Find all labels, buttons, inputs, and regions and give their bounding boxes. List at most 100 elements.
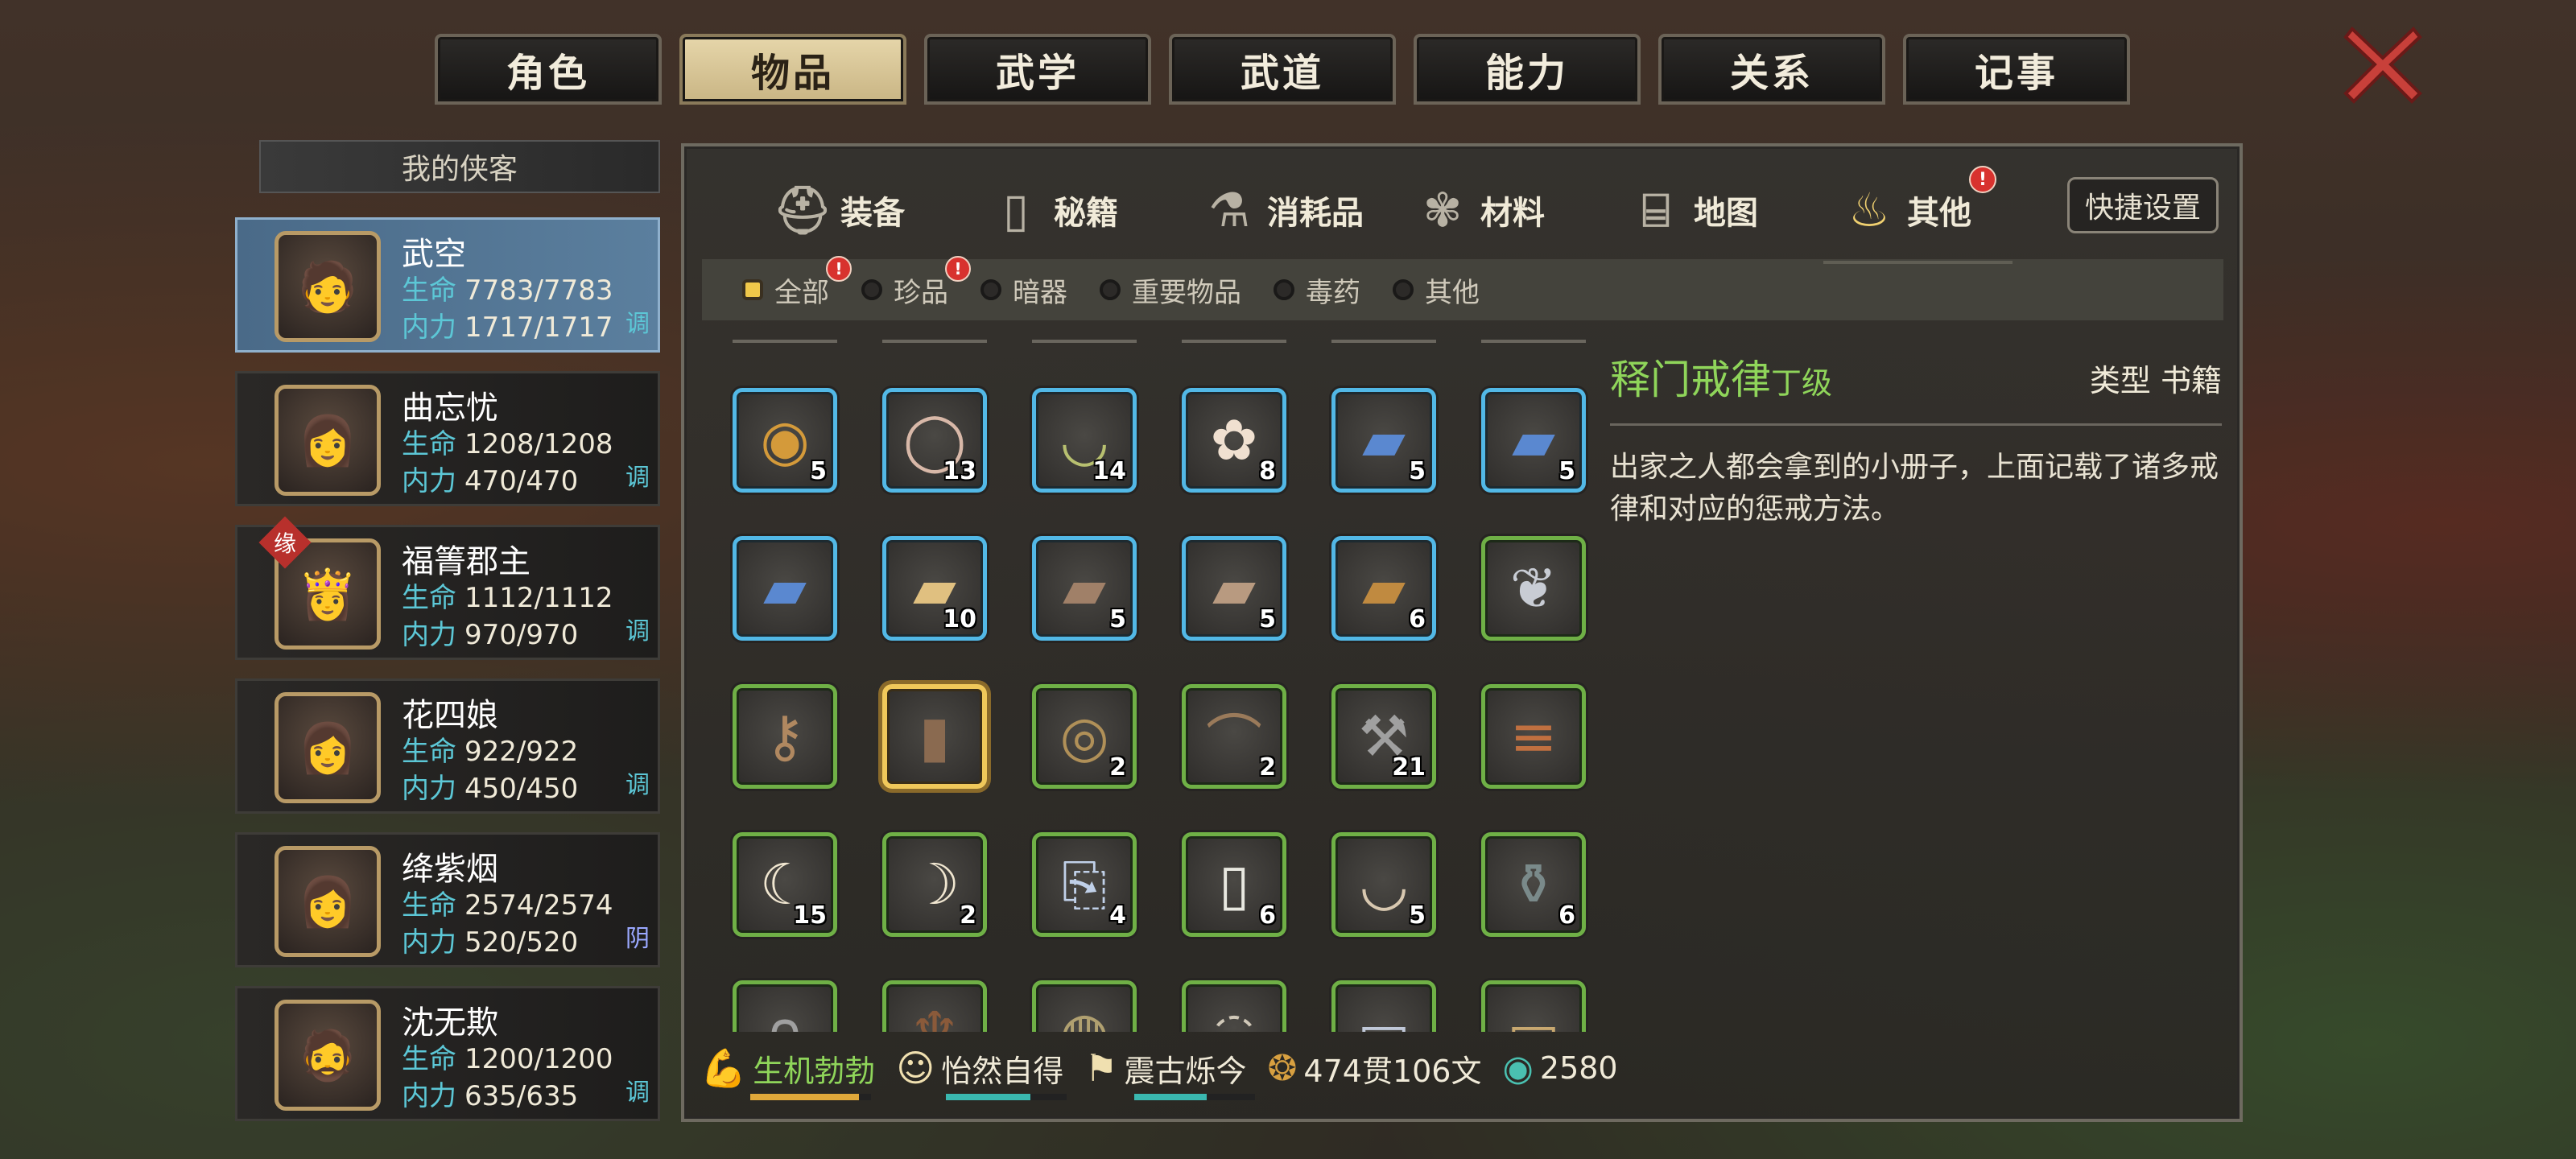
item-slot[interactable]: ▰ 6 [1331, 536, 1436, 641]
mp-label: 内力 [402, 311, 456, 344]
character-card[interactable]: 👩 曲忘忧 生命 1208/1208 内力 470/470 调 [235, 371, 660, 506]
category-tab[interactable]: ♨ 其他! [1823, 166, 2053, 264]
top-tabs: 角色 物品 武学 武道 能力 关系 记事 [435, 34, 2130, 106]
item-slot[interactable]: ⌒ 2 [1182, 684, 1286, 789]
item-slot[interactable]: ▰ 10 [882, 536, 987, 641]
tab-3[interactable]: 武道 [1169, 34, 1396, 105]
item-slot[interactable]: ◌ [1182, 980, 1286, 1032]
mp-label: 内力 [402, 926, 456, 959]
feather-icon: ❦ [1509, 555, 1558, 621]
lamp-icon: ♨ [1848, 183, 1890, 237]
item-slot[interactable]: ▯ 6 [1182, 832, 1286, 937]
avatar: 👩 [275, 385, 381, 496]
item-slot[interactable]: ▰ 5 [1182, 536, 1286, 641]
character-card[interactable]: 👩 花四娘 生命 922/922 内力 450/450 调 [235, 678, 660, 814]
item-count: 2 [1259, 753, 1276, 782]
item-slot[interactable]: ▰ 5 [1481, 388, 1586, 493]
item-slot[interactable]: ◯ 13 [882, 388, 987, 493]
mp-value: 1717/1717 [464, 311, 613, 344]
jade-money: ◉ 2580 [1502, 1048, 1617, 1089]
muscle-icon: 💪 [700, 1046, 747, 1090]
manual-icon: ▮ [919, 703, 951, 769]
item-type: 类型 书籍 [2089, 363, 2222, 398]
close-icon[interactable] [2343, 18, 2423, 106]
avatar: 🧑 [275, 231, 381, 342]
item-slot[interactable]: ⚱ 6 [1481, 832, 1586, 937]
mp-value: 520/520 [464, 926, 579, 959]
item-slot[interactable]: ☾ 15 [733, 832, 837, 937]
item-grade: 丁级 [1771, 365, 1833, 401]
item-slot[interactable]: ◎ 2 [1032, 684, 1137, 789]
status-bar-track [750, 1093, 871, 1100]
item-slot[interactable]: ♆ [882, 980, 987, 1032]
hp-label: 生命 [402, 582, 456, 614]
tab-6[interactable]: 记事 [1903, 34, 2130, 105]
status-2[interactable]: ⚑ 震古烁今 [1084, 1046, 1256, 1100]
item-grid-viewport[interactable]: ◉ 5 ◯ 13 ◡ 14 ✿ 8 ▰ 5 ▰ 5 ▰ ▰ 10 ▰ 5 ▰ 5 ▰ 6 ❦ ⚷ ▮ ◎ 2 ⌒ 2 ⚒ 21 ≡ ☾ 15 ☽ 2… [684, 146, 1650, 1032]
item-slot[interactable]: ❦ [1481, 536, 1586, 641]
blue-book-icon: ▰ [763, 555, 807, 621]
item-count: 8 [1259, 457, 1276, 485]
item-slot[interactable]: ▭ [1481, 980, 1586, 1032]
item-slot[interactable]: ◡ 5 [1331, 832, 1436, 937]
coin-icon: ◉ [760, 407, 810, 473]
tab-5[interactable]: 关系 [1658, 34, 1885, 105]
item-slot[interactable]: ≡ [1481, 684, 1586, 789]
item-slot[interactable]: ∩ [733, 980, 837, 1032]
item-slot[interactable]: ▭ [1331, 980, 1436, 1032]
item-slot[interactable]: ✿ 8 [1182, 388, 1286, 493]
item-slot[interactable]: ⎘ 4 [1032, 832, 1137, 937]
tab-2[interactable]: 武学 [924, 34, 1151, 105]
character-card[interactable]: 🧔 沈无欺 生命 1200/1200 内力 635/635 调 [235, 986, 660, 1121]
item-slot[interactable]: ▰ 5 [1331, 388, 1436, 493]
category-tab[interactable]: ⌸ 地图 [1626, 166, 1839, 254]
fishing-rod-icon: ⌒ [1206, 707, 1262, 774]
character-card[interactable]: 👩 绛紫烟 生命 2574/2574 内力 520/520 阴 [235, 832, 660, 967]
item-count: 6 [1409, 605, 1426, 633]
item-count: 5 [810, 457, 827, 485]
claw-icon: ☽ [909, 852, 960, 918]
lotus-icon: ✿ [1210, 407, 1258, 473]
tab-0[interactable]: 角色 [435, 34, 662, 105]
face-icon: ☺ [896, 1046, 935, 1090]
item-count: 14 [1092, 457, 1126, 485]
item-slot[interactable]: ⚒ 21 [1331, 684, 1436, 789]
item-slot[interactable]: ▰ [733, 536, 837, 641]
hp-value: 2574/2574 [464, 889, 613, 922]
mp-value: 470/470 [464, 465, 579, 497]
item-count: 5 [1558, 457, 1575, 485]
item-description: 出家之人都会拿到的小册子，上面记载了诸多戒律和对应的惩戒方法。 [1610, 451, 2219, 526]
mp-value: 450/450 [464, 773, 579, 805]
status-label: 生机勃勃 [753, 1053, 876, 1089]
item-slot[interactable]: ☽ 2 [882, 832, 987, 937]
item-count: 5 [1409, 901, 1426, 930]
item-slot[interactable]: ◍ [1032, 980, 1137, 1032]
item-grid: ◉ 5 ◯ 13 ◡ 14 ✿ 8 ▰ 5 ▰ 5 ▰ ▰ 10 ▰ 5 ▰ 5 ▰ 6 ❦ ⚷ ▮ ◎ 2 ⌒ 2 ⚒ 21 ≡ ☾ 15 ☽ 2… [733, 388, 1586, 1032]
mp-value: 635/635 [464, 1080, 579, 1112]
item-count: 4 [1109, 901, 1126, 930]
category-label: 其他 [1907, 195, 1971, 232]
item-slot[interactable]: ▰ 5 [1032, 536, 1137, 641]
tab-1[interactable]: 物品 [679, 34, 906, 105]
quick-settings-button[interactable]: 快捷设置 [2067, 177, 2219, 233]
hp-value: 1208/1208 [464, 428, 613, 460]
item-count: 2 [960, 901, 976, 930]
item-slot[interactable]: ◡ 14 [1032, 388, 1137, 493]
mp-stat: 内力 635/635 [402, 1074, 578, 1113]
tab-4[interactable]: 能力 [1414, 34, 1641, 105]
character-card[interactable]: 🧑 武空 生命 7783/7783 内力 1717/1717 调 [235, 217, 660, 353]
item-slot[interactable]: ⚷ [733, 684, 837, 789]
hp-label: 生命 [402, 274, 456, 307]
item-count: 5 [1409, 457, 1426, 485]
dish-icon: ◡ [1359, 852, 1409, 918]
rope-icon: ◎ [1059, 703, 1109, 769]
mp-stat: 内力 450/450 [402, 766, 578, 806]
status-label: 震古烁今 [1124, 1053, 1247, 1089]
character-card[interactable]: 👸 缘福箐郡主 生命 1112/1112 内力 970/970 调 [235, 516, 660, 660]
item-count: 6 [1259, 901, 1276, 930]
status-1[interactable]: ☺ 怡然自得 [896, 1046, 1067, 1100]
item-slot[interactable]: ◉ 5 [733, 388, 837, 493]
item-slot[interactable]: ▮ [882, 684, 987, 789]
status-0[interactable]: 💪 生机勃勃 [700, 1046, 876, 1100]
hp-stat: 生命 1200/1200 [402, 1037, 613, 1076]
